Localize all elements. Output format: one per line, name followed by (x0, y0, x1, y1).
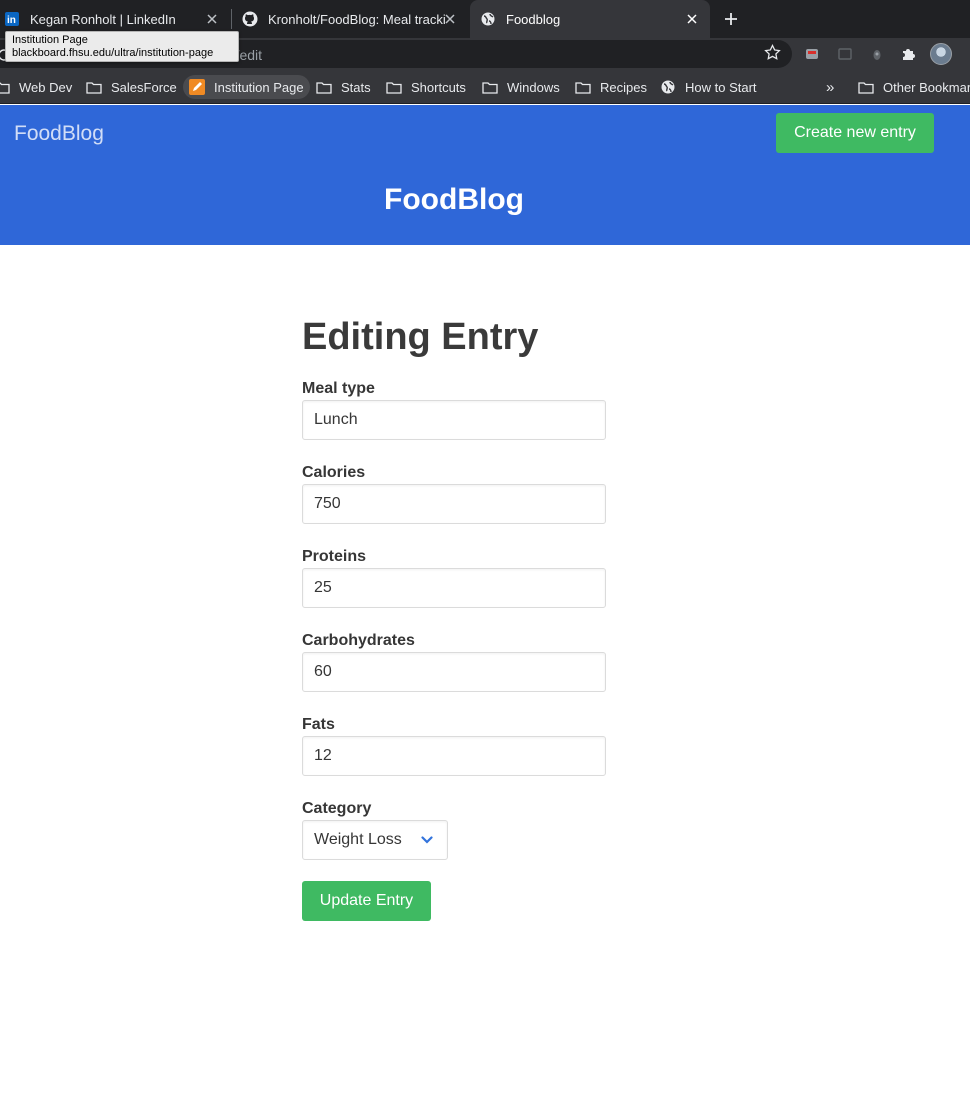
extension-icon[interactable] (869, 46, 885, 62)
calories-input[interactable]: 750 (302, 484, 606, 524)
tab-foodblog[interactable]: Foodblog (470, 0, 710, 38)
bookmark-label: Recipes (600, 79, 647, 95)
globe-icon (480, 11, 496, 27)
folder-icon (482, 80, 498, 94)
tooltip-url: blackboard.fhsu.edu/ultra/institution-pa… (12, 47, 214, 59)
page-title: Editing Entry (302, 316, 539, 358)
bookmark-label: Institution Page (214, 79, 304, 95)
folder-icon (86, 80, 102, 94)
globe-icon (660, 80, 676, 94)
chevron-double-right-icon: » (826, 78, 835, 96)
field-label: Calories (302, 464, 366, 481)
proteins-input[interactable]: 25 (302, 568, 606, 608)
bookmark-label: How to Start (685, 79, 757, 95)
site-navbar: FoodBlog Create new entry FoodBlog (0, 105, 970, 245)
bookmark-label: Windows (507, 79, 560, 95)
create-entry-button[interactable]: Create new entry (776, 113, 934, 153)
bookmark-star-icon[interactable] (764, 44, 781, 66)
hero-title: FoodBlog (384, 183, 524, 216)
category-field: Category Weight Loss (302, 800, 606, 860)
bookmark-label: Shortcuts (411, 79, 466, 95)
close-tab-icon[interactable] (684, 11, 700, 27)
bookmark-stats[interactable]: Stats (316, 75, 371, 99)
bookmark-salesforce[interactable]: SalesForce (86, 75, 177, 99)
bookmark-other[interactable]: Other Bookmarks (858, 75, 970, 99)
field-label: Category (302, 800, 372, 817)
proteins-field: Proteins 25 (302, 548, 606, 608)
bookmark-windows[interactable]: Windows (482, 75, 560, 99)
pencil-icon (189, 79, 205, 95)
svg-text:in: in (7, 15, 16, 26)
field-label: Meal type (302, 380, 375, 397)
carbohydrates-field: Carbohydrates 60 (302, 632, 606, 692)
fats-input[interactable]: 12 (302, 736, 606, 776)
category-select[interactable]: Weight Loss (302, 820, 448, 860)
fats-field: Fats 12 (302, 716, 606, 776)
plus-icon (725, 13, 737, 25)
bookmark-recipes[interactable]: Recipes (575, 75, 647, 99)
tab-github[interactable]: Kronholt/FoodBlog: Meal tracki (232, 0, 468, 38)
folder-icon (858, 80, 874, 94)
tab-title: Kegan Ronholt | LinkedIn (30, 11, 176, 27)
linkedin-icon: in (4, 11, 20, 27)
folder-icon (575, 80, 591, 94)
bookmark-how-to-start[interactable]: How to Start (660, 75, 757, 99)
tab-title: Kronholt/FoodBlog: Meal tracki (268, 11, 446, 27)
edit-entry-form: Editing Entry (302, 315, 606, 375)
puzzle-icon[interactable] (900, 46, 916, 62)
field-label: Carbohydrates (302, 632, 415, 649)
folder-icon (316, 80, 332, 94)
close-tab-icon[interactable] (442, 11, 458, 27)
field-label: Proteins (302, 548, 367, 565)
extension-icon[interactable] (804, 46, 820, 62)
bookmark-label: Other Bookmarks (883, 79, 970, 95)
field-label: Fats (302, 716, 335, 733)
carbohydrates-input[interactable]: 60 (302, 652, 606, 692)
bookmark-tooltip: Institution Page blackboard.fhsu.edu/ult… (5, 31, 239, 62)
new-tab-button[interactable] (720, 8, 742, 30)
tab-title: Foodblog (506, 11, 561, 27)
bookmarks-bar: Web Dev SalesForce Institution Page Stat… (0, 70, 970, 104)
calories-field: Calories 750 (302, 464, 606, 524)
chevron-down-icon (421, 834, 433, 846)
folder-icon (0, 80, 10, 94)
extension-icon[interactable] (837, 46, 853, 62)
bookmark-label: SalesForce (111, 79, 177, 95)
tooltip-title: Institution Page (12, 34, 88, 46)
bookmarks-overflow-button[interactable]: » (826, 75, 834, 99)
bookmark-label: Stats (341, 79, 371, 95)
close-tab-icon[interactable] (204, 11, 220, 27)
github-icon (242, 11, 258, 27)
category-selected-value: Weight Loss (314, 831, 402, 848)
update-entry-button[interactable]: Update Entry (302, 881, 431, 921)
brand-logo[interactable]: FoodBlog (14, 122, 104, 146)
folder-icon (386, 80, 402, 94)
bookmark-shortcuts[interactable]: Shortcuts (386, 75, 466, 99)
bookmark-institution-page[interactable]: Institution Page (183, 75, 310, 99)
meal-type-field: Meal type Lunch (302, 380, 606, 440)
meal-type-input[interactable]: Lunch (302, 400, 606, 440)
bookmark-web-dev[interactable]: Web Dev (0, 75, 72, 99)
bookmark-label: Web Dev (19, 79, 73, 95)
profile-avatar[interactable] (930, 43, 952, 65)
